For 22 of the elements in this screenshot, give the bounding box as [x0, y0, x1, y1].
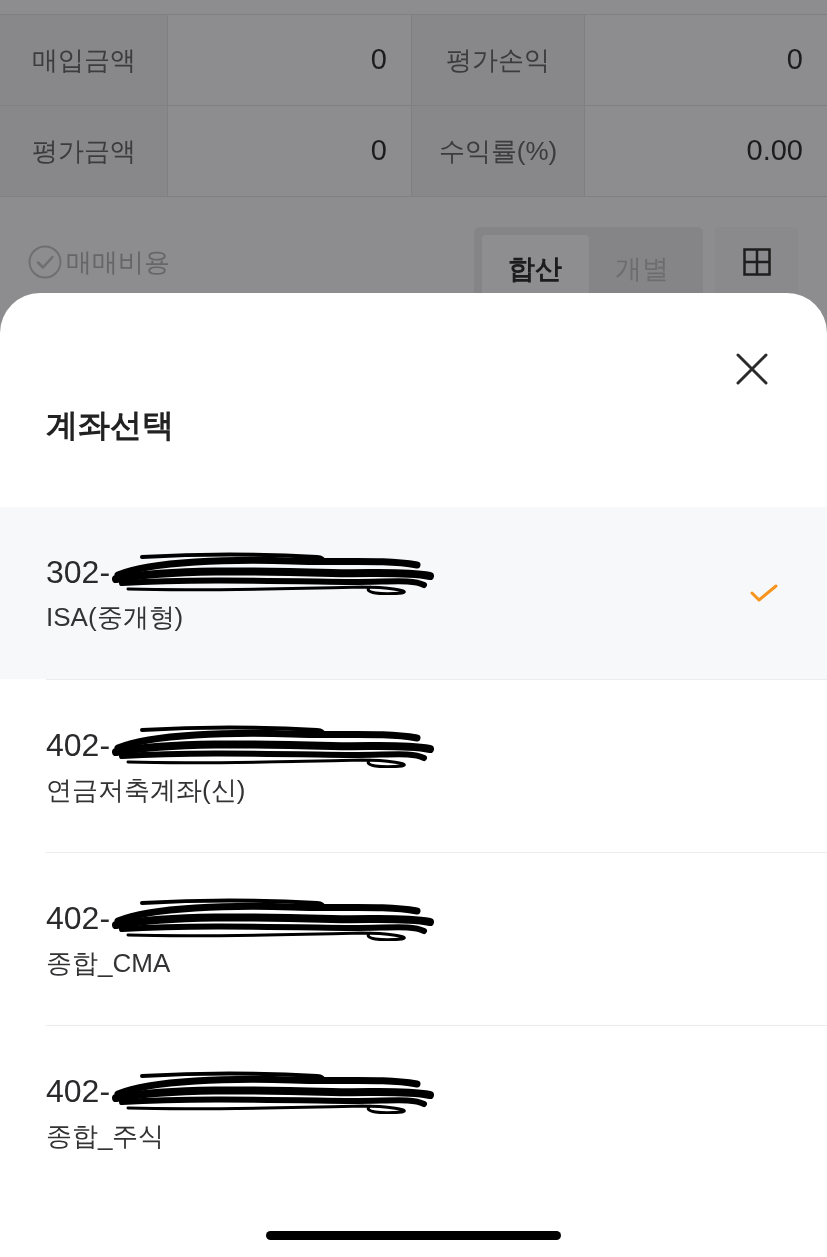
account-name: 종합_CMA: [46, 947, 171, 980]
account-name: 연금저축계좌(신): [46, 774, 246, 807]
sheet-title: 계좌선택: [46, 406, 174, 445]
account-number: 302-: [46, 553, 111, 592]
account-name: ISA(중개형): [46, 601, 184, 634]
summary-label: 수익률(%): [438, 134, 558, 168]
summary-value: 0: [370, 133, 387, 169]
close-icon: [736, 353, 768, 385]
summary-label: 평가손익: [446, 43, 550, 77]
account-number: 402-: [46, 1072, 111, 1111]
summary-value: 0: [370, 42, 387, 78]
check-circle-icon[interactable]: [28, 245, 62, 279]
close-button[interactable]: [734, 351, 770, 387]
account-number: 402-: [46, 899, 111, 938]
summary-label: 평가금액: [31, 134, 136, 168]
summary-value: 0.00: [746, 133, 803, 169]
account-item[interactable]: 302- ISA(중개형): [0, 507, 827, 679]
summary-label: 매입금액: [31, 43, 136, 77]
summary-value: 0: [786, 42, 803, 78]
grid-plus-icon: [742, 248, 771, 276]
account-number: 402-: [46, 726, 111, 765]
account-name: 종합_주식: [46, 1120, 165, 1153]
